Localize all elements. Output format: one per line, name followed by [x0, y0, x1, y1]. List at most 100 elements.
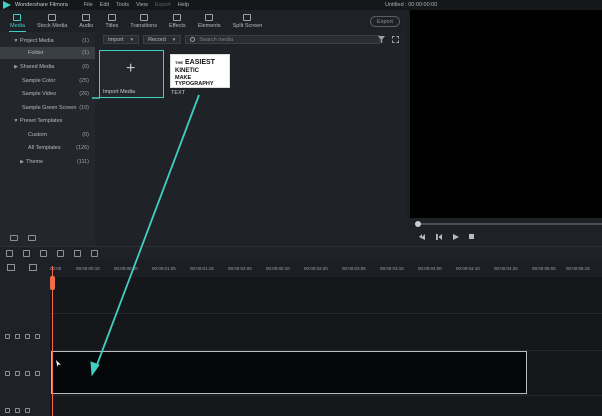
menu-help[interactable]: Help [178, 2, 189, 8]
ruler-tick-label: 00:00:00:10 [76, 266, 100, 271]
text-media-label: TEXT [171, 90, 186, 96]
thumb-text-line4: MAKE TYPOGRAPHY [175, 75, 214, 87]
ruler-tick-label: 00:00:03:05 [342, 266, 366, 271]
folder-icon[interactable] [28, 235, 36, 241]
lock-icon[interactable] [15, 334, 20, 339]
track-divider [50, 395, 602, 396]
speaker-icon[interactable] [25, 334, 30, 339]
preview-viewer [410, 10, 602, 218]
sidebar-item-label: Preset Templates [20, 118, 63, 124]
filmora-logo-icon [3, 1, 11, 9]
tab-media[interactable]: Media [4, 10, 31, 32]
chevron-down-icon: ▼ [13, 118, 19, 124]
sidebar-item-count: (25) [79, 78, 89, 84]
sidebar-item-project-media[interactable]: ▼ Project Media (1) [0, 35, 95, 47]
lock-icon[interactable] [15, 371, 20, 376]
search-icon [190, 37, 196, 42]
sidebar-footer [0, 235, 36, 241]
new-folder-icon[interactable] [10, 235, 18, 241]
redo-icon[interactable] [23, 250, 30, 257]
search-input[interactable]: Search media [185, 35, 381, 44]
lock-icon[interactable] [15, 408, 20, 413]
cut-icon[interactable] [57, 250, 64, 257]
step-back-icon[interactable] [436, 234, 442, 240]
undo-icon[interactable] [6, 250, 13, 257]
menu-edit[interactable]: Edit [100, 2, 109, 8]
stock-media-icon [48, 14, 57, 21]
sidebar-item-count: (0) [82, 64, 89, 70]
chevron-down-icon: ▼ [13, 38, 19, 44]
rewind-icon[interactable] [419, 234, 425, 240]
tab-audio[interactable]: Audio [73, 10, 99, 32]
text-media-thumbnail[interactable]: THE EASIEST KINETIC MAKE TYPOGRAPHY [170, 54, 230, 88]
media-filter-bar: Import ▼ Record ▼ Search media [103, 35, 381, 44]
export-button[interactable]: Export [370, 16, 400, 27]
menu-file[interactable]: File [84, 2, 93, 8]
ruler-tick-label: 00:00:01:15 [190, 266, 214, 271]
sidebar-item-label: Project Media [20, 38, 54, 44]
play-icon[interactable] [453, 234, 459, 240]
sidebar-item-label: Shared Media [20, 64, 55, 70]
tab-label: Effects [168, 23, 186, 29]
track-divider [50, 313, 602, 314]
playhead-handle[interactable] [50, 276, 55, 290]
timeline-toolbar [0, 246, 602, 260]
sidebar-item-folder[interactable]: Folder (1) [0, 47, 95, 59]
sidebar-item-sample-color[interactable]: Sample Color (25) [0, 75, 95, 87]
media-library-sidebar: ▼ Project Media (1) Folder (1) ▶ Shared … [0, 32, 95, 246]
chevron-right-icon: ▶ [14, 64, 18, 70]
tab-stock-media[interactable]: Stock Media [31, 10, 73, 32]
eye-icon[interactable] [35, 334, 40, 339]
sidebar-item-custom[interactable]: Custom (0) [0, 129, 95, 141]
tab-titles[interactable]: Titles [99, 10, 124, 32]
ruler-tick-label: 00:00:05:05 [532, 266, 556, 271]
import-dropdown[interactable]: Import ▼ [103, 35, 140, 44]
sidebar-item-shared-media[interactable]: ▶ Shared Media (0) [0, 61, 95, 73]
search-placeholder: Search media [199, 36, 234, 43]
eye-icon[interactable] [35, 371, 40, 376]
sidebar-item-label: Sample Video [22, 91, 57, 97]
sidebar-item-theme[interactable]: ▶ Theme (111) [0, 156, 95, 168]
audio-track-controls [5, 408, 30, 413]
video-track-icon [5, 371, 10, 376]
ruler-tick-label: 00:00:04:00 [418, 266, 442, 271]
tab-split-screen[interactable]: Split Screen [227, 10, 269, 32]
sidebar-item-count: (26) [79, 91, 89, 97]
menu-view[interactable]: View [136, 2, 148, 8]
music-note-icon [82, 14, 91, 21]
sidebar-item-preset-templates[interactable]: ▼ Preset Templates [0, 115, 95, 127]
tab-effects[interactable]: Effects [163, 10, 192, 32]
add-track-icon[interactable] [7, 264, 15, 271]
tab-transitions[interactable]: Transitions [124, 10, 163, 32]
delete-icon[interactable] [40, 250, 47, 257]
menu-tools[interactable]: Tools [116, 2, 129, 8]
menu-export[interactable]: Export [155, 2, 171, 8]
tab-label: Media [10, 23, 25, 29]
timeline-tracks[interactable] [50, 277, 602, 416]
adjust-icon[interactable] [74, 250, 81, 257]
preview-scrubber[interactable] [415, 221, 602, 227]
record-dropdown[interactable]: Record ▼ [143, 35, 182, 44]
import-media-label: Import Media [103, 89, 136, 95]
sidebar-item-count: (0) [82, 132, 89, 138]
tab-elements[interactable]: Elements [192, 10, 227, 32]
link-icon[interactable] [29, 264, 37, 271]
sidebar-item-sample-video[interactable]: Sample Video (26) [0, 88, 95, 100]
sidebar-item-sample-green-screen[interactable]: Sample Green Screen (10) [0, 102, 95, 114]
scrubber-knob[interactable] [415, 221, 421, 227]
timeline-drop-target[interactable] [51, 351, 527, 394]
preview-controls [407, 218, 602, 246]
ruler-tick-label: 00:00:02:10 [266, 266, 290, 271]
speaker-icon[interactable] [25, 408, 30, 413]
import-media-tile[interactable]: + Import Media [99, 50, 164, 98]
sidebar-item-count: (126) [76, 145, 89, 151]
timeline-header-icons [7, 264, 37, 271]
grid-view-icon[interactable] [392, 36, 399, 43]
split-icon[interactable] [91, 250, 98, 257]
timeline-ruler[interactable]: 00:00 00:00:00:10 00:00:00:20 00:00:01:0… [50, 260, 602, 277]
sidebar-item-label: Folder [28, 50, 44, 56]
speaker-icon[interactable] [25, 371, 30, 376]
stop-icon[interactable] [469, 234, 474, 239]
sidebar-item-all-templates[interactable]: All Templates (126) [0, 142, 95, 154]
ruler-tick-label: 00:00:03:15 [380, 266, 404, 271]
